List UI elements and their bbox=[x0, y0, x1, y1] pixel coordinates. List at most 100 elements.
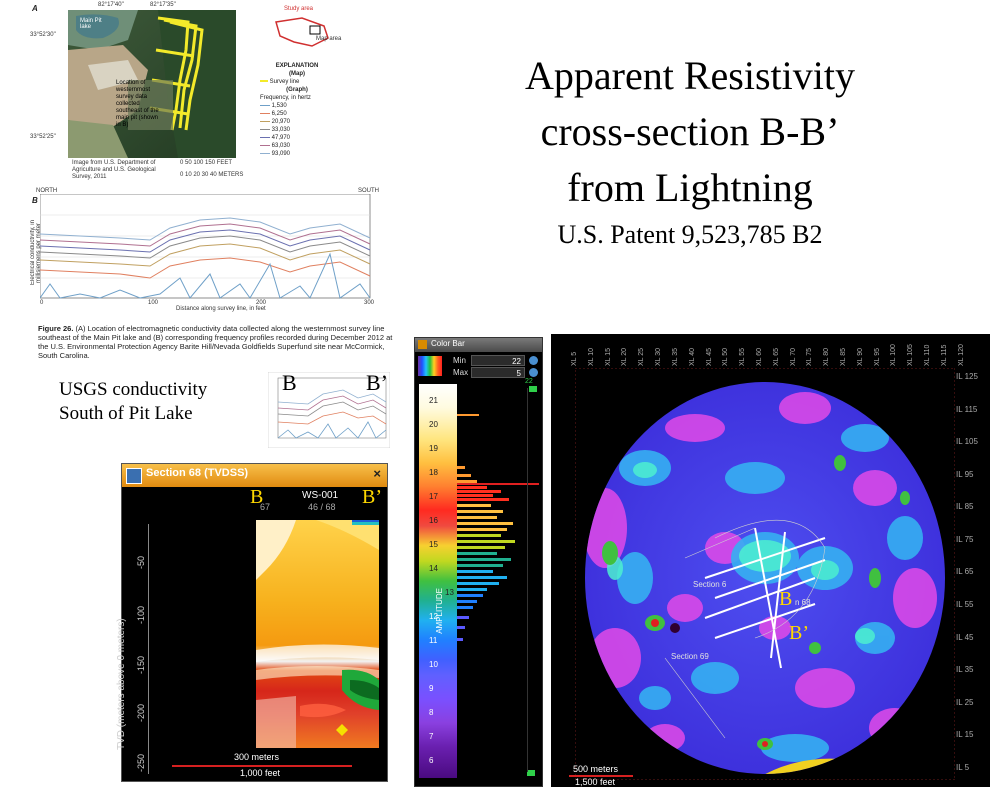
color-bar-title: Color Bar bbox=[431, 339, 465, 348]
survey-line-key: Survey line bbox=[260, 78, 334, 86]
freq-item: 63,030 bbox=[260, 142, 334, 150]
il-label: IL 115 bbox=[956, 404, 978, 414]
color-bar-icon bbox=[418, 340, 427, 349]
usgs-figure: A 82°17'40" 82°17'35" 33°52'30" 33°52'25… bbox=[28, 0, 408, 370]
color-tick: 11 bbox=[429, 636, 438, 645]
freq-item: 33,030 bbox=[260, 126, 334, 134]
section-y-tick: -200 bbox=[136, 704, 146, 723]
coord-left-2: 33°52'25" bbox=[30, 134, 56, 140]
color-gradient-bar bbox=[419, 384, 457, 778]
color-tick: 21 bbox=[429, 396, 438, 405]
section-b-prime-label: B’ bbox=[362, 486, 382, 508]
title-line-1: Apparent Resistivity bbox=[525, 53, 855, 98]
max-refresh-icon[interactable] bbox=[529, 368, 538, 377]
section-68-window[interactable]: Section 68 (TVDSS) × WS-001 67 46 / 68 B… bbox=[116, 463, 388, 782]
il-label: IL 75 bbox=[956, 534, 974, 544]
title-line-2: cross-section B-B’ bbox=[540, 109, 840, 154]
color-tick: 9 bbox=[429, 684, 434, 693]
color-tick: 12 bbox=[429, 612, 438, 621]
usgs-note-line-2: South of Pit Lake bbox=[59, 403, 193, 424]
color-bar-window[interactable]: Color Bar Min 22 Max 5 22 AMPLITUDE 21 2… bbox=[414, 337, 543, 787]
il-label: IL 85 bbox=[956, 502, 974, 512]
graph-y-axis-label: Electrical conductivity, in millisiemens… bbox=[30, 220, 42, 286]
amplitude-axis-label: AMPLITUDE bbox=[435, 588, 444, 634]
xl-label: XL 115 bbox=[940, 344, 948, 366]
bottom-slider-handle[interactable] bbox=[527, 770, 535, 776]
xl-axis-labels: XL 5 XL 10 XL 15 XL 20 XL 25 XL 30 XL 35… bbox=[571, 340, 965, 366]
il-label: IL 125 bbox=[956, 372, 978, 381]
section-window-icon bbox=[126, 468, 142, 484]
graph-x-tick: 300 bbox=[364, 300, 375, 306]
il-axis-labels: IL 125 IL 115 IL 105 IL 95 IL 85 IL 75 I… bbox=[956, 372, 978, 772]
color-tick: 7 bbox=[429, 732, 434, 741]
freq-item: 47,970 bbox=[260, 134, 334, 142]
section-y-tick: -250 bbox=[136, 754, 146, 773]
explanation: EXPLANATION (Map) Survey line (Graph) Fr… bbox=[260, 62, 334, 158]
min-value-input[interactable]: 22 bbox=[471, 355, 525, 366]
xl-label: XL 110 bbox=[924, 344, 932, 366]
xl-label: XL 25 bbox=[638, 347, 646, 366]
xl-label: XL 80 bbox=[823, 347, 831, 366]
freq-heading: Frequency, in hertz bbox=[260, 95, 311, 101]
xl-label: XL 5 bbox=[571, 351, 578, 366]
scale-feet: 0 50 100 150 FEET bbox=[180, 160, 233, 166]
section-window-titlebar[interactable]: Section 68 (TVDSS) × bbox=[122, 464, 387, 487]
xl-label: XL 90 bbox=[856, 347, 864, 366]
section-scale-bar bbox=[172, 765, 352, 767]
title-line-3: from Lightning bbox=[567, 165, 813, 210]
panel-b-label: B bbox=[32, 196, 38, 205]
section-label-6: Section 6 bbox=[693, 580, 727, 589]
color-tick: 10 bbox=[429, 660, 438, 669]
xl-label: XL 95 bbox=[873, 347, 881, 366]
well-label: WS-001 bbox=[302, 490, 339, 501]
min-refresh-icon[interactable] bbox=[529, 356, 538, 365]
color-tick: 18 bbox=[429, 468, 438, 477]
graph-x-tick: 0 bbox=[40, 300, 44, 306]
explanation-title: EXPLANATION bbox=[275, 63, 319, 69]
image-credit: Image from U.S. Department of Agricultur… bbox=[72, 160, 156, 180]
map-area-label: Map area bbox=[316, 36, 342, 42]
xl-label: XL 85 bbox=[840, 347, 847, 366]
location-note: Location of westernmost survey data coll… bbox=[116, 80, 159, 128]
slider-track bbox=[527, 388, 528, 772]
map-window[interactable]: XL 5 XL 10 XL 15 XL 20 XL 25 XL 30 XL 35… bbox=[551, 334, 990, 787]
section-scale-feet: 1,000 feet bbox=[240, 768, 281, 778]
close-icon[interactable]: × bbox=[373, 466, 381, 481]
freq-item: 6,250 bbox=[260, 110, 334, 118]
il-label: IL 5 bbox=[956, 762, 970, 772]
il-label: IL 105 bbox=[956, 437, 978, 447]
map-b-prime-label: B’ bbox=[789, 622, 809, 644]
color-tick: 17 bbox=[429, 492, 438, 501]
section-y-tick: -50 bbox=[136, 556, 146, 570]
max-value-input[interactable]: 5 bbox=[471, 367, 525, 378]
section-y-tick: -100 bbox=[136, 606, 146, 625]
usgs-note-line-1: USGS conductivity bbox=[59, 379, 208, 400]
xl-label: XL 45 bbox=[705, 347, 713, 366]
slide-title: Apparent Resistivity cross-section B-B’ … bbox=[480, 48, 900, 252]
max-label: Max bbox=[453, 368, 469, 377]
il-label: IL 15 bbox=[956, 730, 974, 740]
usgs-note: USGS conductivity South of Pit Lake bbox=[59, 378, 207, 426]
xl-label: XL 65 bbox=[772, 347, 780, 366]
xl-label: XL 120 bbox=[957, 344, 965, 366]
section-y-tick: -150 bbox=[136, 656, 146, 675]
color-bar-titlebar[interactable]: Color Bar bbox=[415, 338, 542, 352]
coord-left-1: 33°52'30" bbox=[30, 32, 56, 38]
color-tick: 19 bbox=[429, 444, 438, 453]
section-label-69: Section 69 bbox=[671, 652, 709, 661]
coord-top-2: 82°17'35" bbox=[150, 2, 176, 8]
xl-label: XL 10 bbox=[587, 347, 595, 366]
section-right-tick: 46 / 68 bbox=[308, 502, 336, 512]
color-tick: 14 bbox=[429, 564, 438, 573]
color-tick: 16 bbox=[429, 516, 438, 525]
coord-top-1: 82°17'40" bbox=[98, 2, 124, 8]
min-label: Min bbox=[453, 356, 466, 365]
xl-label: XL 75 bbox=[806, 347, 814, 366]
study-area-inset bbox=[275, 17, 329, 47]
xl-label: XL 60 bbox=[755, 347, 763, 366]
color-palette-swatch[interactable] bbox=[418, 356, 442, 376]
xl-label: XL 20 bbox=[621, 347, 629, 366]
color-tick: 15 bbox=[429, 540, 438, 549]
il-label: IL 95 bbox=[956, 469, 974, 479]
graph-x-tick: 100 bbox=[148, 300, 159, 306]
